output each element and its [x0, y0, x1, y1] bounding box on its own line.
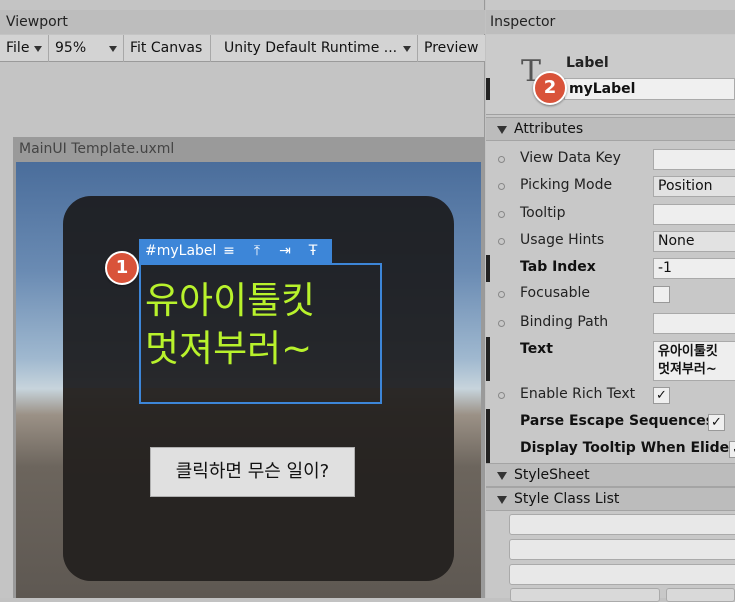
- preview-label: Preview: [424, 40, 479, 56]
- attribute-label: Enable Rich Text: [520, 386, 636, 402]
- override-dot-icon: [498, 183, 505, 190]
- fit-canvas-button[interactable]: Fit Canvas: [124, 35, 211, 62]
- attribute-label: View Data Key: [520, 150, 621, 166]
- style-class-list-section-header[interactable]: Style Class List: [486, 487, 735, 511]
- style-class-input[interactable]: [509, 564, 735, 585]
- override-dot-icon: [498, 211, 505, 218]
- stylesheet-section-label: StyleSheet: [514, 467, 590, 483]
- stylesheet-section-header[interactable]: StyleSheet: [486, 463, 735, 487]
- override-indicator: [486, 255, 490, 282]
- label-text: 유아이툴킷 멋져부러~: [145, 279, 316, 370]
- add-style-class-button[interactable]: [510, 588, 660, 602]
- file-menu-label: File: [6, 40, 30, 56]
- attribute-row-tooltip: Tooltip: [486, 201, 735, 228]
- attribute-label: Focusable: [520, 285, 590, 301]
- chevron-down-icon: [109, 46, 117, 52]
- override-dot-icon: [498, 291, 505, 298]
- stretch-width-icon[interactable]: ⇥: [277, 242, 293, 260]
- enable-rich-text-checkbox[interactable]: ✓: [653, 387, 670, 404]
- attribute-row-usage-hints: Usage Hints None: [486, 228, 735, 255]
- tooltip-field[interactable]: [653, 204, 735, 225]
- override-dot-icon: [498, 392, 505, 399]
- attribute-label: Tab Index: [520, 259, 596, 275]
- attribute-row-parse-escape-sequences: Parse Escape Sequences ✓: [486, 409, 735, 436]
- override-dot-icon: [498, 238, 505, 245]
- extract-style-button[interactable]: [666, 588, 735, 602]
- override-indicator: [486, 409, 490, 436]
- chevron-down-icon: [403, 46, 411, 52]
- align-left-icon[interactable]: ≡: [221, 242, 237, 260]
- element-name-field[interactable]: myLabel: [564, 78, 735, 100]
- attribute-label: Display Tooltip When Elided: [520, 440, 735, 456]
- override-indicator: [486, 337, 490, 381]
- document-title: MainUI Template.uxml: [19, 141, 175, 157]
- attribute-label: Picking Mode: [520, 177, 613, 193]
- display-tooltip-when-elided-checkbox[interactable]: ✓: [729, 441, 735, 458]
- viewport-toolbar: File 95% Fit Canvas Unity Default Runtim…: [0, 35, 485, 62]
- zoom-value: 95%: [55, 40, 87, 56]
- attributes-section-label: Attributes: [514, 121, 584, 137]
- chevron-down-icon: [34, 46, 42, 52]
- style-class-list-section-label: Style Class List: [514, 491, 620, 507]
- attribute-row-binding-path: Binding Path: [486, 310, 735, 337]
- picking-mode-dropdown[interactable]: Position: [653, 176, 735, 197]
- attribute-row-display-tooltip-when-elided: Display Tooltip When Elided ✓: [486, 436, 735, 463]
- attribute-label: Parse Escape Sequences: [520, 413, 715, 429]
- foldout-open-icon: [497, 496, 507, 504]
- foldout-open-icon: [497, 472, 507, 480]
- attribute-row-focusable: Focusable: [486, 281, 735, 308]
- callout-badge: 1: [105, 251, 139, 285]
- view-data-key-field[interactable]: [653, 149, 735, 170]
- theme-value: Unity Default Runtime ...: [224, 40, 398, 56]
- selected-element-tag: #myLabel ≡ ⤒ ⇥ Ŧ: [139, 239, 332, 263]
- foldout-open-icon: [497, 126, 507, 134]
- override-dot-icon: [498, 156, 505, 163]
- zoom-dropdown[interactable]: 95%: [49, 35, 124, 62]
- callout-badge: 2: [533, 71, 567, 105]
- action-button[interactable]: 클릭하면 무슨 일이?: [150, 447, 355, 497]
- inspector-tab[interactable]: Inspector: [486, 10, 735, 34]
- override-indicator: [486, 78, 490, 100]
- text-size-icon[interactable]: Ŧ: [305, 242, 321, 260]
- parse-escape-sequences-checkbox[interactable]: ✓: [708, 414, 725, 431]
- viewport-tab[interactable]: Viewport: [0, 10, 485, 34]
- align-top-icon[interactable]: ⤒: [249, 242, 265, 260]
- override-indicator: [486, 436, 490, 463]
- selected-element-name: #myLabel: [145, 243, 217, 259]
- attribute-row-picking-mode: Picking Mode Position: [486, 173, 735, 200]
- attribute-row-tab-index: Tab Index -1: [486, 255, 735, 282]
- focusable-checkbox[interactable]: [653, 286, 670, 303]
- attribute-label: Usage Hints: [520, 232, 605, 248]
- theme-dropdown[interactable]: Unity Default Runtime ...: [218, 35, 418, 62]
- usage-hints-dropdown[interactable]: None: [653, 231, 735, 252]
- attributes-section-header[interactable]: Attributes: [486, 117, 735, 141]
- file-menu[interactable]: File: [0, 35, 49, 62]
- attribute-row-enable-rich-text: Enable Rich Text ✓: [486, 382, 735, 409]
- preview-button[interactable]: Preview: [418, 35, 485, 62]
- style-class-input[interactable]: [509, 539, 735, 560]
- style-class-input[interactable]: [509, 514, 735, 535]
- tab-index-field[interactable]: -1: [653, 258, 735, 279]
- fit-canvas-label: Fit Canvas: [130, 40, 203, 56]
- element-type-label: Label: [566, 55, 609, 71]
- attribute-label: Binding Path: [520, 314, 609, 330]
- attribute-label: Tooltip: [520, 205, 566, 221]
- override-dot-icon: [498, 320, 505, 327]
- attribute-label: Text: [520, 341, 553, 357]
- binding-path-field[interactable]: [653, 313, 735, 334]
- text-value-field[interactable]: 유아이툴킷 멋져부러~: [653, 341, 735, 381]
- attribute-row-view-data-key: View Data Key: [486, 146, 735, 173]
